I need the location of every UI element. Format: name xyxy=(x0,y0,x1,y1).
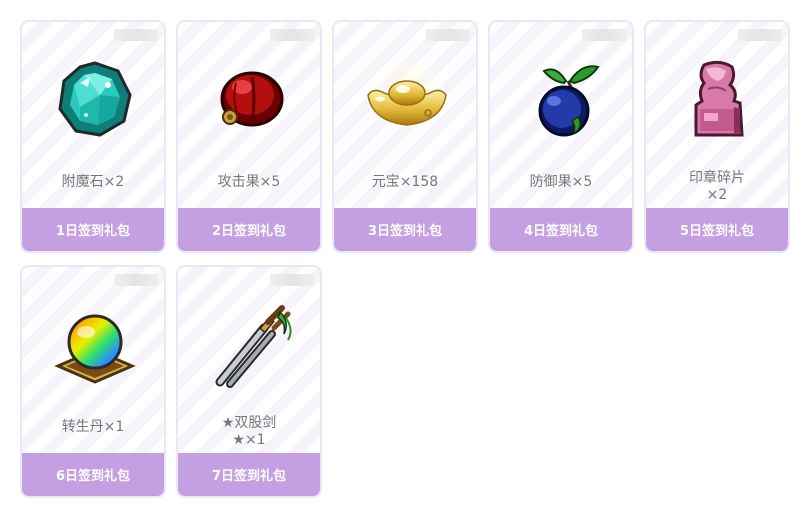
reward-card-day-5[interactable]: 印章碎片 ×2 5日签到礼包 xyxy=(644,20,790,253)
seal-fragment-icon xyxy=(674,55,764,145)
reward-label-button[interactable]: 6日签到礼包 xyxy=(22,453,164,496)
reward-card-day-6[interactable]: 转生丹×1 6日签到礼包 xyxy=(20,265,166,498)
placeholder-tag xyxy=(426,29,470,41)
enchant-stone-icon xyxy=(50,55,140,145)
reward-card-day-3[interactable]: 元宝×158 3日签到礼包 xyxy=(332,20,478,253)
reward-name: ★双股剑 ★×1 xyxy=(221,415,277,448)
placeholder-tag xyxy=(114,274,158,286)
reward-label-button[interactable]: 2日签到礼包 xyxy=(178,208,320,251)
placeholder-tag xyxy=(582,29,626,41)
reward-label-button[interactable]: 1日签到礼包 xyxy=(22,208,164,251)
reward-card-day-2[interactable]: 攻击果×5 2日签到礼包 xyxy=(176,20,322,253)
gold-ingot-icon xyxy=(362,55,452,145)
reward-label-button[interactable]: 3日签到礼包 xyxy=(334,208,476,251)
placeholder-tag xyxy=(270,29,314,41)
placeholder-tag xyxy=(738,29,782,41)
placeholder-tag xyxy=(114,29,158,41)
reward-label-button[interactable]: 4日签到礼包 xyxy=(490,208,632,251)
attack-fruit-icon xyxy=(206,55,296,145)
twin-swords-icon xyxy=(206,300,296,390)
placeholder-tag xyxy=(270,274,314,286)
reward-label-button[interactable]: 7日签到礼包 xyxy=(178,453,320,496)
reward-name: 印章碎片 ×2 xyxy=(689,170,745,203)
defense-fruit-icon xyxy=(518,55,608,145)
reward-card-day-4[interactable]: 防御果×5 4日签到礼包 xyxy=(488,20,634,253)
reward-label-button[interactable]: 5日签到礼包 xyxy=(646,208,788,251)
reward-card-day-1[interactable]: 附魔石×2 1日签到礼包 xyxy=(20,20,166,253)
reward-card-day-7[interactable]: ★双股剑 ★×1 7日签到礼包 xyxy=(176,265,322,498)
rebirth-pill-icon xyxy=(50,300,140,390)
